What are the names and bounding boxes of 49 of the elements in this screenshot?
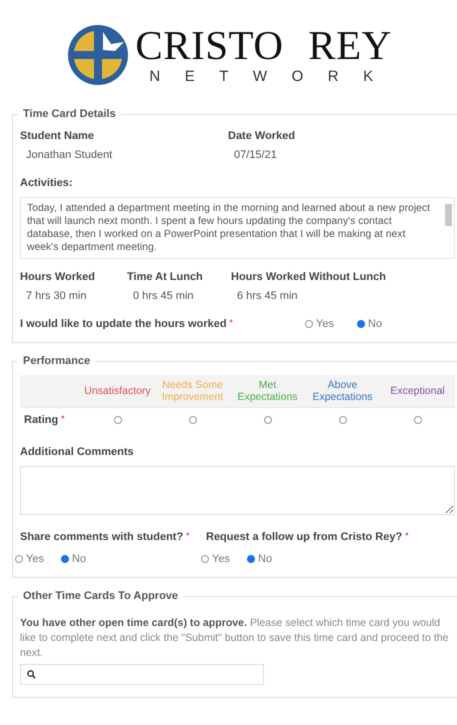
radio-option[interactable]: Yes (15, 553, 61, 565)
logo-name: CRISTO REY (135, 25, 393, 65)
field-label: Share comments with student? * (20, 531, 190, 543)
radio-option[interactable]: Yes (305, 318, 357, 330)
radio-option[interactable]: No (247, 553, 293, 565)
rating-level: Above Expectations (311, 379, 374, 403)
radio-button[interactable] (15, 555, 23, 563)
radio-option[interactable]: No (357, 318, 409, 330)
field-label: Time At Lunch (127, 271, 203, 283)
rating-level: Needs Some Improvement (160, 379, 224, 403)
field-label: Date Worked (228, 130, 296, 142)
cross-logo-icon (67, 24, 130, 86)
search-icon (27, 670, 36, 679)
radio-button[interactable] (338, 416, 346, 424)
radio-option[interactable]: Yes (201, 553, 247, 565)
field-value: 7 hrs 30 min (26, 290, 87, 302)
rating-level: Unsatisfactory (83, 385, 152, 397)
section-title: Other Time Cards To Approve (22, 590, 180, 602)
radio-button[interactable] (201, 555, 209, 563)
rating-level: Met Expectations (236, 379, 299, 403)
field-value: 07/15/21 (234, 149, 277, 161)
comments-field[interactable] (20, 466, 455, 515)
field-value: Jonathan Student (26, 149, 112, 161)
section-title: Time Card Details (22, 108, 117, 120)
field-value: 6 hrs 45 min (237, 290, 298, 302)
logo-subtitle: NETWORK (149, 68, 398, 85)
field-label: Rating * (24, 414, 64, 426)
radio-button[interactable] (414, 416, 422, 424)
radio-button[interactable] (61, 555, 69, 563)
rating-level: Exceptional (389, 385, 446, 397)
field-label: Request a follow up from Cristo Rey? * (206, 531, 408, 543)
field-label: Hours Worked Without Lunch (231, 271, 386, 283)
radio-button[interactable] (188, 416, 196, 424)
radio-button[interactable] (114, 416, 122, 424)
activities-field[interactable]: Today, I attended a department meeting in the morning and learned about a new project that will launch next month. I spent a few hours updating the company's contact database, then I worked on a PowerPoint presentation that I will be making at next week's department meeting. (20, 197, 455, 259)
field-label: Student Name (20, 130, 94, 142)
field-label: Activities: (20, 177, 73, 189)
field-label: Hours Worked (20, 271, 95, 283)
field-label: I would like to update the hours worked * (20, 318, 233, 330)
field-value: 0 hrs 45 min (133, 290, 194, 302)
search-field[interactable] (20, 664, 264, 685)
radio-option[interactable]: No (61, 553, 107, 565)
field-label: Additional Comments (20, 446, 134, 458)
radio-button[interactable] (305, 320, 313, 328)
instructions-text: You have other open time card(s) to approve. Please select which time card you would like to complete next and click the "Submit" button to save this time card and proceed to the next. (20, 616, 450, 661)
radio-button[interactable] (247, 555, 255, 563)
section-title: Performance (22, 355, 92, 367)
radio-button[interactable] (264, 416, 272, 424)
radio-button[interactable] (357, 320, 365, 328)
